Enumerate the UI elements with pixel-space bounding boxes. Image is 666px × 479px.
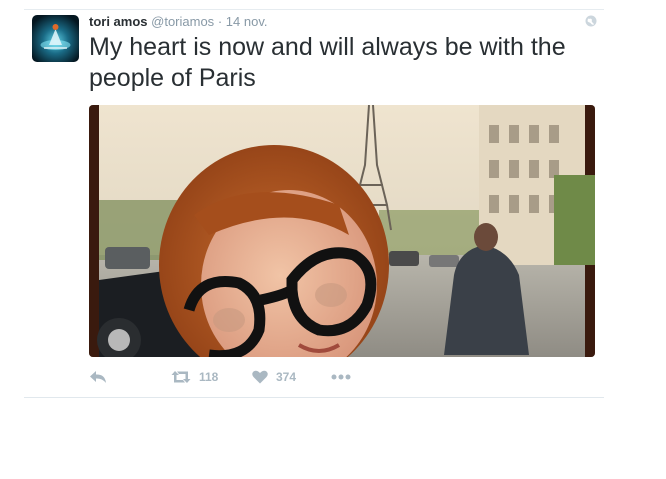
tweet-page: tori amos @toriamos · 14 nov. My heart i… [0, 0, 666, 479]
reply-icon [90, 371, 106, 383]
tweet-header: tori amos @toriamos · 14 nov. [89, 14, 267, 30]
tweet-actions: 118 374 [89, 367, 389, 387]
like-button[interactable]: 374 [252, 367, 296, 387]
retweet-icon [171, 371, 191, 383]
top-divider [24, 9, 604, 10]
author-handle[interactable]: @toriamos [151, 14, 214, 29]
retweet-count: 118 [199, 370, 219, 384]
like-count: 374 [276, 370, 297, 384]
tweet-timestamp[interactable]: 14 nov. [226, 14, 268, 29]
tweet-text: My heart is now and will always be with … [89, 33, 566, 92]
heart-icon [252, 370, 268, 384]
more-button[interactable] [331, 367, 351, 387]
tweet-photo[interactable] [89, 105, 595, 357]
bottom-divider [24, 397, 604, 398]
header-separator: · [217, 14, 223, 29]
globe-icon [585, 15, 597, 27]
reply-button[interactable] [89, 367, 107, 387]
more-icon [331, 374, 351, 380]
author-name[interactable]: tori amos [89, 14, 148, 29]
avatar[interactable] [32, 15, 79, 62]
retweet-button[interactable]: 118 [171, 367, 218, 387]
